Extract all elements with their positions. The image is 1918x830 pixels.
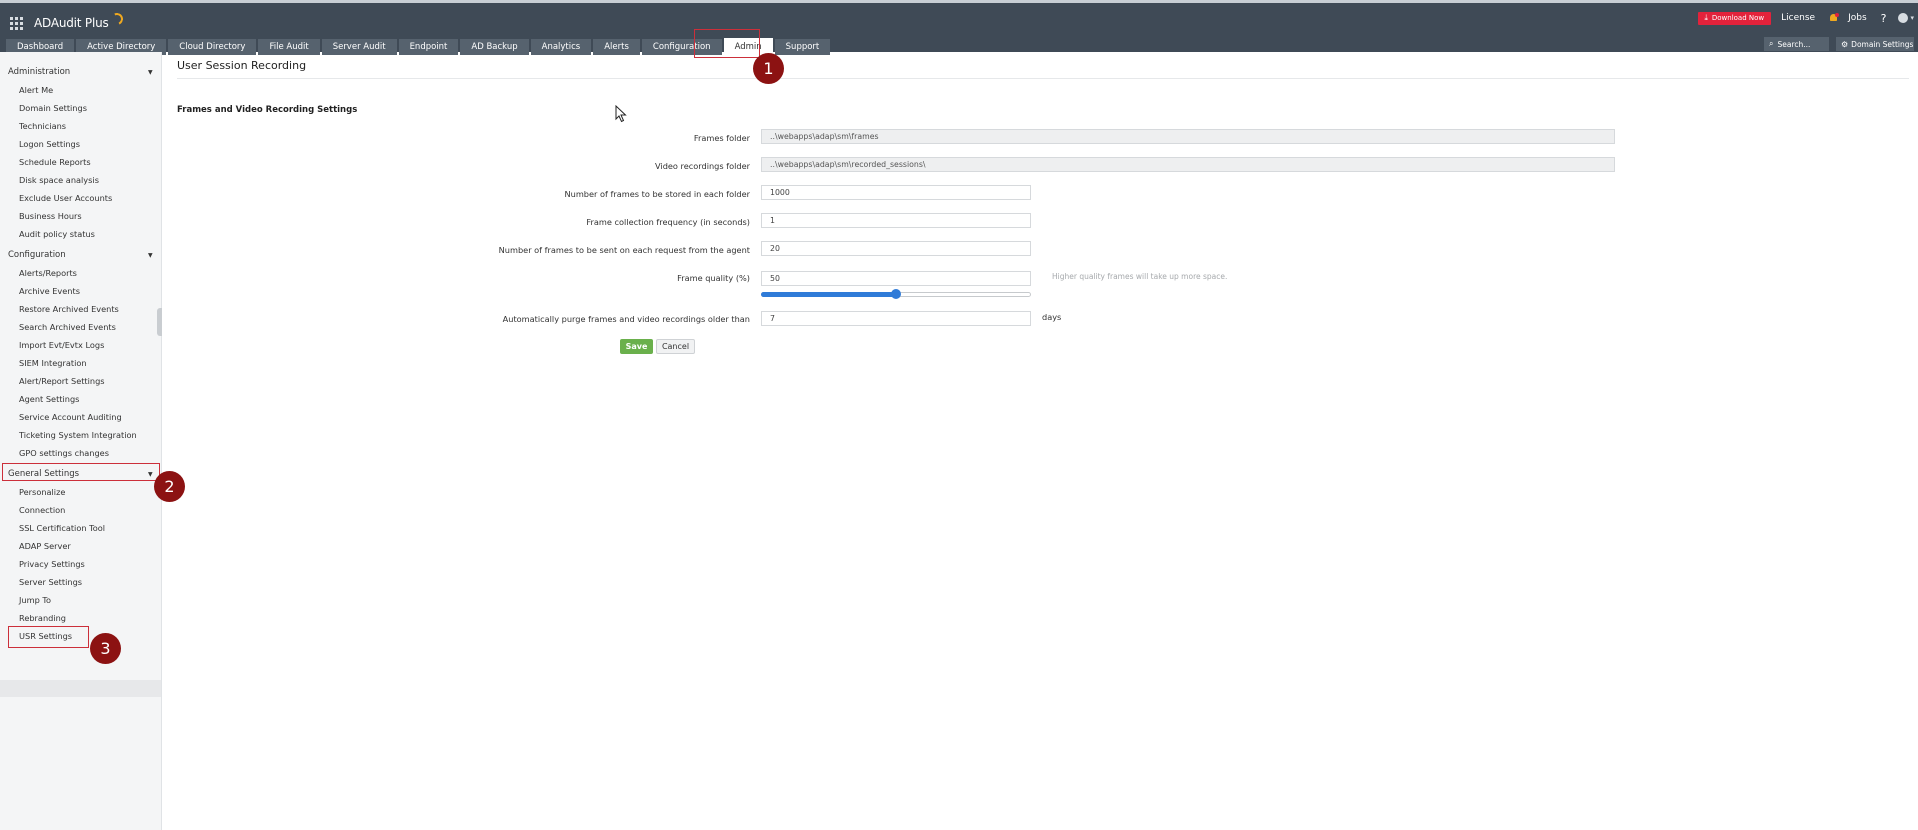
purge-older-than-input[interactable]: 7 xyxy=(761,311,1031,326)
frame-quality-input[interactable]: 50 xyxy=(761,271,1031,286)
slider-thumb[interactable] xyxy=(891,289,901,299)
sidebar-collapse-handle[interactable] xyxy=(157,308,162,336)
frames-per-request-label: Number of frames to be sent on each requ… xyxy=(498,245,750,255)
step-marker-1: 1 xyxy=(753,53,784,84)
sidebar-item-archive-events[interactable]: Archive Events xyxy=(19,286,80,296)
sidebar-item-ticketing-system-integration[interactable]: Ticketing System Integration xyxy=(19,430,137,440)
collection-frequency-input[interactable]: 1 xyxy=(761,213,1031,228)
collection-frequency-label: Frame collection frequency (in seconds) xyxy=(586,217,750,227)
download-now-button[interactable]: ⤓ Download Now xyxy=(1698,11,1772,25)
sidebar-item-audit-policy-status[interactable]: Audit policy status xyxy=(19,229,95,239)
frames-per-folder-label: Number of frames to be stored in each fo… xyxy=(564,189,750,199)
mouse-pointer-icon xyxy=(615,105,627,123)
domain-settings-label: Domain Settings xyxy=(1851,39,1914,49)
sidebar-item-import-evt-logs[interactable]: Import Evt/Evtx Logs xyxy=(19,340,104,350)
sidebar-item-agent-settings[interactable]: Agent Settings xyxy=(19,394,79,404)
tab-ad-backup[interactable]: AD Backup xyxy=(460,39,529,55)
sidebar-item-alerts-reports[interactable]: Alerts/Reports xyxy=(19,268,77,278)
app-grid-icon[interactable] xyxy=(10,16,23,30)
tab-alerts[interactable]: Alerts xyxy=(593,39,640,55)
sidebar-item-search-archived-events[interactable]: Search Archived Events xyxy=(19,322,116,332)
tab-support[interactable]: Support xyxy=(774,39,831,55)
help-icon[interactable]: ? xyxy=(1881,12,1887,25)
highlight-admin-tab xyxy=(694,29,760,58)
highlight-usr-settings xyxy=(8,626,89,648)
sidebar-item-alert-report-settings[interactable]: Alert/Report Settings xyxy=(19,376,105,386)
sidebar-item-rebranding[interactable]: Rebranding xyxy=(19,613,66,623)
section-title: Frames and Video Recording Settings xyxy=(177,105,358,115)
caret-down-icon[interactable]: ▼ xyxy=(148,252,153,259)
sidebar-item-connection[interactable]: Connection xyxy=(19,505,65,515)
frames-folder-field: ..\webapps\adap\sm\frames xyxy=(761,129,1615,144)
page-title: User Session Recording xyxy=(177,59,307,72)
tab-cloud-directory[interactable]: Cloud Directory xyxy=(168,39,257,55)
video-folder-field: ..\webapps\adap\sm\recorded_sessions\ xyxy=(761,157,1615,172)
sidebar-item-domain-settings[interactable]: Domain Settings xyxy=(19,103,87,113)
sidebar-item-personalize[interactable]: Personalize xyxy=(19,487,65,497)
frames-folder-label: Frames folder xyxy=(693,133,750,143)
sidebar-item-server-settings[interactable]: Server Settings xyxy=(19,577,82,587)
sidebar-item-technicians[interactable]: Technicians xyxy=(19,121,66,131)
sidebar-item-restore-archived-events[interactable]: Restore Archived Events xyxy=(19,304,119,314)
frame-quality-hint: Higher quality frames will take up more … xyxy=(1052,272,1228,281)
sidebar-item-alert-me[interactable]: Alert Me xyxy=(19,85,53,95)
purge-older-than-label: Automatically purge frames and video rec… xyxy=(502,314,750,324)
license-link[interactable]: License xyxy=(1781,13,1815,23)
tab-analytics[interactable]: Analytics xyxy=(530,39,592,55)
step-marker-2: 2 xyxy=(154,471,185,502)
sidebar-section-configuration[interactable]: Configuration xyxy=(8,250,66,260)
jobs-link[interactable]: Jobs xyxy=(1848,13,1867,23)
app-logo[interactable]: ADAudit Plus xyxy=(10,11,125,33)
sidebar-item-adap-server[interactable]: ADAP Server xyxy=(19,541,71,551)
sidebar-item-exclude-user-accounts[interactable]: Exclude User Accounts xyxy=(19,193,112,203)
download-icon: ⤓ xyxy=(1704,13,1708,22)
search-input[interactable]: ⌕ Search... xyxy=(1764,37,1829,51)
download-label: Download Now xyxy=(1711,14,1765,22)
logo-swoosh-icon xyxy=(108,11,125,27)
tab-endpoint[interactable]: Endpoint xyxy=(398,39,459,55)
sidebar-item-gpo-settings-changes[interactable]: GPO settings changes xyxy=(19,448,109,458)
notification-bell-icon[interactable] xyxy=(1829,13,1840,23)
purge-unit-label: days xyxy=(1042,312,1062,322)
title-divider xyxy=(177,78,1909,79)
save-button[interactable]: Save xyxy=(620,339,653,354)
top-right-toolbar: ⤓ Download Now License Jobs ? ▾ xyxy=(1698,10,1918,26)
gear-icon: ⚙ xyxy=(1841,39,1849,49)
sidebar-item-siem-integration[interactable]: SIEM Integration xyxy=(19,358,87,368)
tab-server-audit[interactable]: Server Audit xyxy=(321,39,397,55)
frame-quality-slider[interactable] xyxy=(761,289,1031,299)
user-avatar-icon[interactable] xyxy=(1898,13,1909,23)
video-folder-label: Video recordings folder xyxy=(655,161,750,171)
sidebar-item-business-hours[interactable]: Business Hours xyxy=(19,211,82,221)
sidebar-item-ssl-certification-tool[interactable]: SSL Certification Tool xyxy=(19,523,105,533)
sidebar: Administration ▼ Alert Me Domain Setting… xyxy=(0,52,162,830)
slider-fill xyxy=(761,292,896,297)
app-name: ADAudit Plus xyxy=(34,16,109,30)
tab-file-audit[interactable]: File Audit xyxy=(258,39,320,55)
chevron-down-icon[interactable]: ▾ xyxy=(1910,14,1914,22)
highlight-general-settings xyxy=(2,463,160,481)
domain-settings-button[interactable]: ⚙ Domain Settings xyxy=(1836,37,1914,51)
sidebar-section-administration[interactable]: Administration xyxy=(8,67,70,77)
top-header: ADAudit Plus ⤓ Download Now License Jobs… xyxy=(0,0,1918,55)
sidebar-item-logon-settings[interactable]: Logon Settings xyxy=(19,139,80,149)
sidebar-item-disk-space-analysis[interactable]: Disk space analysis xyxy=(19,175,99,185)
sidebar-item-schedule-reports[interactable]: Schedule Reports xyxy=(19,157,91,167)
frames-per-folder-input[interactable]: 1000 xyxy=(761,185,1031,200)
sidebar-item-service-account-auditing[interactable]: Service Account Auditing xyxy=(19,412,122,422)
search-placeholder: Search... xyxy=(1777,39,1811,49)
caret-down-icon[interactable]: ▼ xyxy=(148,69,153,76)
sidebar-item-jump-to[interactable]: Jump To xyxy=(19,595,51,605)
sidebar-item-privacy-settings[interactable]: Privacy Settings xyxy=(19,559,85,569)
frames-per-request-input[interactable]: 20 xyxy=(761,241,1031,256)
search-icon: ⌕ xyxy=(1769,39,1774,48)
step-marker-3: 3 xyxy=(90,633,121,664)
frame-quality-label: Frame quality (%) xyxy=(677,273,750,283)
selected-item-highlight xyxy=(0,680,161,697)
cancel-button[interactable]: Cancel xyxy=(656,339,695,354)
